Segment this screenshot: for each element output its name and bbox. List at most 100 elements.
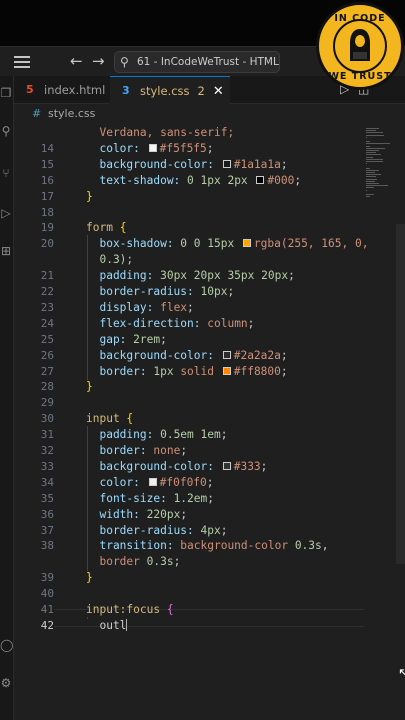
minimap-line: [366, 176, 377, 178]
forward-arrow-icon[interactable]: →: [92, 52, 105, 70]
code-line[interactable]: input {: [86, 412, 133, 425]
source-control-icon[interactable]: ⑂: [0, 166, 12, 180]
code-line[interactable]: padding: 0.5em 1em;: [86, 428, 227, 441]
minimap-line: [366, 130, 377, 132]
color-swatch[interactable]: [222, 159, 231, 168]
settings-gear-icon[interactable]: ⚙: [0, 676, 12, 690]
indent-guide: [87, 426, 88, 572]
code-token: font-size:: [86, 491, 174, 505]
code-line[interactable]: text-shadow: 0 1px 2px #000;: [86, 174, 301, 187]
code-line[interactable]: border-radius: 4px;: [86, 524, 227, 537]
code-line[interactable]: border 0.3s;: [86, 555, 180, 568]
color-swatch[interactable]: [148, 143, 157, 152]
code-line[interactable]: gap: 2rem;: [86, 332, 166, 346]
line-number: 17: [40, 189, 54, 203]
code-token: 0 1px 2px: [187, 173, 255, 187]
line-number: 41: [40, 603, 54, 616]
code-token: border:: [86, 444, 154, 457]
code-line[interactable]: display: flex;: [86, 300, 193, 314]
code-line[interactable]: border: 1px solid #ff8800;: [86, 364, 288, 378]
code-token: #f0f0f0: [159, 475, 207, 489]
tab-index-html[interactable]: 5 index.html: [14, 76, 110, 104]
code-token: ;: [280, 364, 288, 378]
minimap-line: [366, 134, 384, 136]
code-line[interactable]: background-color: #1a1a1a;: [86, 157, 288, 171]
code-token: background-color:: [86, 348, 221, 362]
code-line[interactable]: transition: background-color 0.3s,: [86, 539, 328, 553]
account-icon[interactable]: ◯: [0, 638, 13, 652]
code-token: 0.3s: [146, 555, 174, 569]
code-line[interactable]: 0.3);: [86, 253, 133, 266]
code-line[interactable]: background-color: #333;: [86, 460, 267, 473]
code-line[interactable]: }: [86, 380, 93, 393]
code-line[interactable]: padding: 30px 20px 35px 20px;: [86, 269, 295, 283]
code-line[interactable]: border: none;: [86, 444, 187, 457]
code-line[interactable]: color: #f5f5f5;: [86, 141, 214, 155]
code-token: display:: [86, 300, 161, 314]
minimap-line: [366, 154, 381, 156]
code-token: background-color:: [86, 157, 221, 171]
code-token: ;: [288, 269, 295, 283]
code-editor[interactable]: 14 15 16 17 18 19 20 21 22 23 24 25 26 27 28 29 30 31 32 33…: [14, 124, 405, 720]
code-token: ;: [294, 173, 302, 187]
run-debug-icon[interactable]: ▷: [0, 206, 12, 220]
minimap-line: [366, 145, 371, 147]
code-line[interactable]: input:focus {: [86, 603, 174, 616]
color-swatch[interactable]: [148, 477, 157, 486]
search-icon[interactable]: ⚲: [0, 124, 12, 138]
code-line[interactable]: flex-direction: column;: [86, 317, 254, 330]
color-swatch[interactable]: [256, 175, 265, 184]
code-line[interactable]: }: [86, 571, 93, 584]
line-number: 15: [40, 157, 54, 171]
code-line[interactable]: form {: [86, 221, 126, 234]
color-swatch[interactable]: [222, 461, 231, 470]
code-token: ;: [220, 428, 228, 442]
code-token: 10px: [200, 285, 228, 298]
line-number: 37: [40, 523, 54, 537]
minimap-line: [366, 196, 370, 198]
code-line[interactable]: outl: [86, 618, 128, 632]
minimap-line: [366, 163, 367, 165]
breadcrumb-file[interactable]: style.css: [48, 107, 95, 120]
minimap-line: [366, 167, 371, 169]
color-swatch[interactable]: [242, 239, 251, 248]
code-line[interactable]: color: #f0f0f0;: [86, 475, 213, 489]
minimap[interactable]: [364, 124, 396, 204]
explorer-icon[interactable]: ❐: [0, 86, 12, 100]
line-number: 40: [40, 587, 54, 601]
code-token: ;: [206, 141, 214, 155]
indent-guide: [87, 617, 88, 619]
vertical-scrollbar[interactable]: [396, 224, 405, 564]
code-line[interactable]: border-radius: 10px;: [86, 285, 234, 298]
code-token: ;: [280, 157, 288, 171]
line-number: 29: [40, 396, 54, 410]
code-token: #ff8800: [233, 364, 281, 378]
code-line[interactable]: font-size: 1.2em;: [86, 492, 214, 505]
code-line[interactable]: background-color: #2a2a2a;: [86, 348, 287, 362]
extensions-icon[interactable]: ⊞: [0, 244, 12, 258]
close-icon[interactable]: ✕: [213, 84, 224, 99]
line-number: 27: [40, 364, 54, 378]
code-line[interactable]: }: [86, 190, 93, 203]
code-token: #2a2a2a: [233, 348, 281, 362]
code-token: background-color: [180, 539, 295, 553]
code-token: Verdana, sans-serif;: [86, 126, 235, 139]
menu-icon[interactable]: [14, 56, 30, 68]
code-line[interactable]: width: 220px;: [86, 508, 187, 521]
code-line[interactable]: box-shadow: 0 0 15px rgba(255, 165, 0,: [86, 237, 368, 250]
color-swatch[interactable]: [222, 350, 231, 359]
minimap-line: [366, 132, 383, 134]
code-token: width:: [86, 507, 147, 521]
line-number: 23: [40, 300, 54, 314]
back-arrow-icon[interactable]: ←: [70, 52, 83, 70]
line-number: 21: [40, 269, 54, 283]
code-token: gap:: [86, 332, 134, 346]
code-token: none: [153, 444, 181, 457]
color-swatch[interactable]: [222, 366, 231, 375]
tab-style-css[interactable]: 3 style.css 2 ✕: [110, 76, 230, 104]
code-token: ;: [207, 491, 214, 505]
code-line[interactable]: Verdana, sans-serif;: [86, 126, 234, 139]
code-token: border-radius:: [86, 285, 201, 298]
code-token: border:: [86, 364, 154, 378]
command-center-search[interactable]: ⚲ 61 - InCodeWeTrust - HTML Form: [114, 51, 280, 73]
